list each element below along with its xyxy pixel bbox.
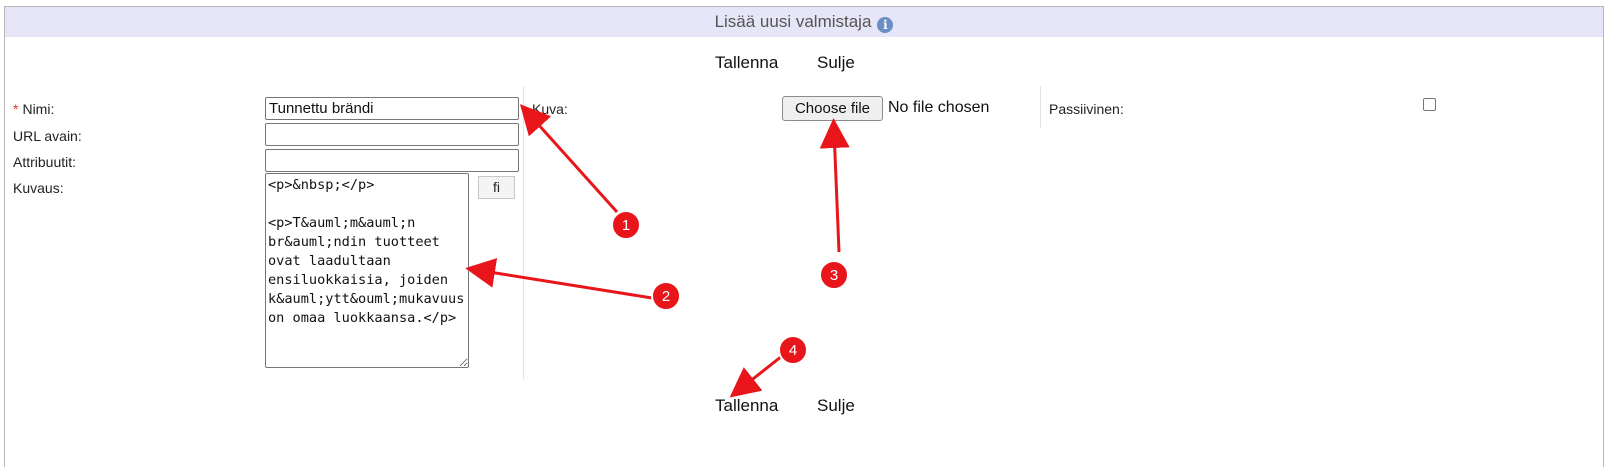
choose-file-button[interactable]: Choose file xyxy=(782,96,883,121)
close-button-bottom[interactable]: Sulje xyxy=(817,396,855,416)
name-label: * Nimi: xyxy=(13,101,55,117)
required-mark: * xyxy=(13,101,19,117)
name-input[interactable] xyxy=(265,97,519,120)
info-icon[interactable]: i xyxy=(877,17,894,33)
attributes-input[interactable] xyxy=(265,149,519,172)
description-label: Kuvaus: xyxy=(13,180,64,196)
save-button-top[interactable]: Tallenna xyxy=(715,53,778,73)
save-button-bottom[interactable]: Tallenna xyxy=(715,396,778,416)
image-label: Kuva: xyxy=(532,101,568,117)
dialog-title: Lisää uusi valmistaja xyxy=(714,12,872,31)
passive-checkbox[interactable] xyxy=(1423,98,1436,111)
column-divider xyxy=(523,86,524,379)
language-button-fi[interactable]: fi xyxy=(478,176,515,199)
url-key-input[interactable] xyxy=(265,123,519,146)
dialog-frame xyxy=(4,6,1604,467)
passive-label: Passiivinen: xyxy=(1049,101,1124,117)
dialog-header: Lisää uusi valmistaja i xyxy=(5,7,1603,37)
description-textarea[interactable] xyxy=(265,173,469,368)
file-status-text: No file chosen xyxy=(888,99,990,116)
column-divider-2 xyxy=(1040,86,1041,128)
attributes-label: Attribuutit: xyxy=(13,154,77,170)
url-key-label: URL avain: xyxy=(13,128,82,144)
close-button-top[interactable]: Sulje xyxy=(817,53,855,73)
